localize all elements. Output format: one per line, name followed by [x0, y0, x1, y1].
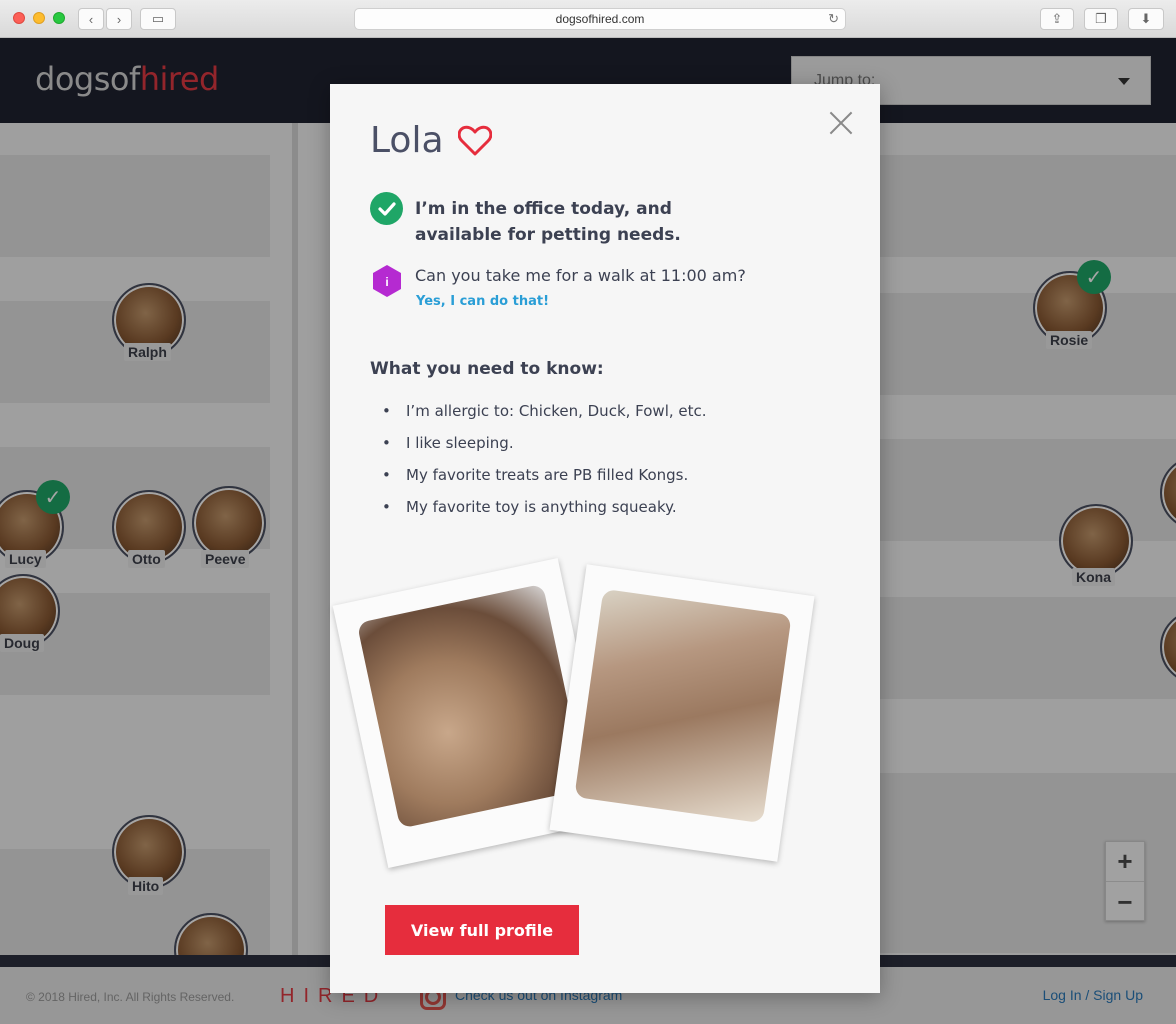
downloads-button[interactable]: ⬇ [1128, 8, 1164, 30]
heart-icon[interactable] [458, 124, 492, 158]
url-text: dogsofhired.com [555, 12, 645, 26]
sidebar-toggle-button[interactable]: ▭ [140, 8, 176, 30]
minimize-window-button[interactable] [33, 12, 45, 24]
chevron-left-icon: ‹ [88, 11, 94, 27]
address-bar[interactable]: dogsofhired.com ↻ [354, 8, 846, 30]
available-check-icon [370, 192, 403, 225]
download-icon: ⬇ [1140, 11, 1152, 26]
facts-list: I’m allergic to: Chicken, Duck, Fowl, et… [370, 402, 707, 530]
dog-profile-modal: Lola I’m in the office today, and availa… [330, 84, 880, 993]
section-heading: What you need to know: [370, 359, 604, 379]
tabs-icon: ❐ [1095, 11, 1107, 26]
availability-status: I’m in the office today, and available f… [415, 199, 681, 245]
dog-photo [574, 588, 792, 824]
accept-walk-link[interactable]: Yes, I can do that! [416, 294, 549, 309]
back-button[interactable]: ‹ [78, 8, 104, 30]
close-window-button[interactable] [13, 12, 25, 24]
dog-photo [356, 583, 587, 829]
share-button[interactable]: ⇪ [1040, 8, 1074, 30]
close-icon[interactable] [826, 108, 856, 138]
fact-item: I like sleeping. [370, 434, 707, 466]
forward-button[interactable]: › [106, 8, 132, 30]
info-icon: i [373, 265, 401, 297]
chevron-right-icon: › [116, 11, 122, 27]
fact-item: My favorite toy is anything squeaky. [370, 498, 707, 530]
view-full-profile-button[interactable]: View full profile [385, 905, 579, 955]
sidebar-icon: ▭ [151, 11, 165, 26]
tabs-button[interactable]: ❐ [1084, 8, 1118, 30]
dog-name-title: Lola [370, 120, 444, 161]
walk-request-text: Can you take me for a walk at 11:00 am? [415, 266, 746, 285]
dog-photo-polaroid[interactable] [549, 564, 815, 862]
fact-item: My favorite treats are PB filled Kongs. [370, 466, 707, 498]
share-icon: ⇪ [1051, 11, 1063, 26]
fact-item: I’m allergic to: Chicken, Duck, Fowl, et… [370, 402, 707, 434]
svg-text:i: i [385, 275, 388, 289]
browser-toolbar: ‹ › ▭ dogsofhired.com ↻ ⇪ ❐ ⬇ [0, 0, 1176, 38]
fullscreen-window-button[interactable] [53, 12, 65, 24]
reload-icon[interactable]: ↻ [828, 11, 839, 27]
